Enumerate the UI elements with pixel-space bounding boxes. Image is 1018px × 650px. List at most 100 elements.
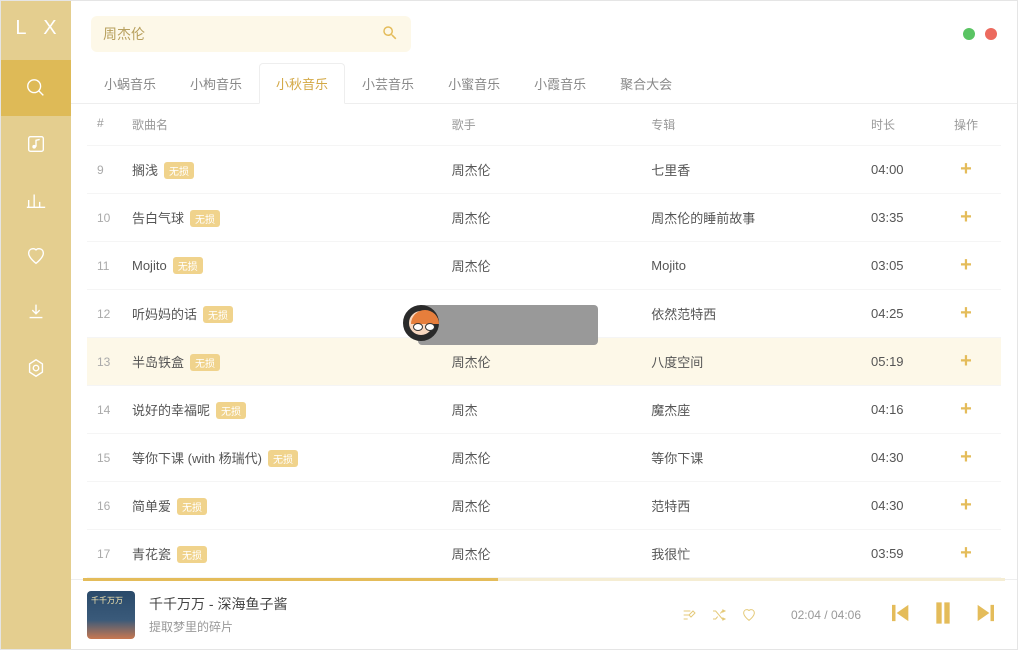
row-num: 16 xyxy=(97,499,132,513)
lossless-badge: 无损 xyxy=(164,162,194,179)
tab-source-0[interactable]: 小蜗音乐 xyxy=(87,63,173,104)
row-duration: 03:35 xyxy=(871,210,941,225)
row-name: 说好的幸福呢无损 xyxy=(132,400,452,419)
table-row[interactable]: 17青花瓷无损周杰伦我很忙03:59+ xyxy=(87,530,1001,578)
row-duration: 04:30 xyxy=(871,498,941,513)
add-button[interactable]: + xyxy=(941,398,991,421)
row-album: 范特西 xyxy=(651,496,871,515)
row-name: 告白气球无损 xyxy=(132,208,452,227)
search-input[interactable] xyxy=(103,26,381,42)
lossless-badge: 无损 xyxy=(190,354,220,371)
nav-favorites[interactable] xyxy=(1,228,71,284)
row-album: 七里香 xyxy=(651,160,871,179)
row-name: 简单爱无损 xyxy=(132,496,452,515)
row-artist: 周杰伦 xyxy=(452,352,652,371)
lossless-badge: 无损 xyxy=(268,450,298,467)
lossless-badge: 无损 xyxy=(203,306,233,323)
add-button[interactable]: + xyxy=(941,302,991,325)
table-row[interactable]: 16简单爱无损周杰伦范特西04:30+ xyxy=(87,482,1001,530)
lyrics-icon[interactable] xyxy=(681,607,697,623)
header-album: 专辑 xyxy=(651,116,871,133)
add-button[interactable]: + xyxy=(941,494,991,517)
row-album: 等你下课 xyxy=(651,448,871,467)
tab-source-5[interactable]: 小霞音乐 xyxy=(517,63,603,104)
nav-search[interactable] xyxy=(1,60,71,116)
row-artist: 周杰伦 xyxy=(452,208,652,227)
album-art[interactable]: 千千万万 xyxy=(87,591,135,639)
table-row[interactable]: 9搁浅无损周杰伦七里香04:00+ xyxy=(87,146,1001,194)
row-name: 等你下课 (with 杨瑞代)无损 xyxy=(132,448,452,467)
row-duration: 04:25 xyxy=(871,306,941,321)
row-num: 11 xyxy=(97,259,132,273)
table-row[interactable]: 10告白气球无损周杰伦周杰伦的睡前故事03:35+ xyxy=(87,194,1001,242)
shuffle-icon[interactable] xyxy=(711,607,727,623)
lossless-badge: 无损 xyxy=(216,402,246,419)
add-button[interactable]: + xyxy=(941,254,991,277)
tab-source-4[interactable]: 小蜜音乐 xyxy=(431,63,517,104)
header-artist: 歌手 xyxy=(452,116,652,133)
table-header: # 歌曲名 歌手 专辑 时长 操作 xyxy=(87,104,1001,146)
row-num: 9 xyxy=(97,163,132,177)
row-artist: 周杰 xyxy=(452,400,652,419)
row-duration: 04:30 xyxy=(871,450,941,465)
row-artist: 周杰伦 xyxy=(452,544,652,563)
lossless-badge: 无损 xyxy=(177,546,207,563)
table-row[interactable]: 11Mojito无损周杰伦Mojito03:05+ xyxy=(87,242,1001,290)
source-tabs: 小蜗音乐小枸音乐小秋音乐小芸音乐小蜜音乐小霞音乐聚合大会 xyxy=(71,62,1017,104)
row-num: 14 xyxy=(97,403,132,417)
track-info: 千千万万 - 深海鱼子酱 提取梦里的碎片 xyxy=(149,594,287,635)
row-duration: 04:16 xyxy=(871,402,941,417)
table-row[interactable]: 15等你下课 (with 杨瑞代)无损周杰伦等你下课04:30+ xyxy=(87,434,1001,482)
add-button[interactable]: + xyxy=(941,206,991,229)
floating-overlay xyxy=(418,305,598,345)
row-duration: 05:19 xyxy=(871,354,941,369)
row-duration: 03:59 xyxy=(871,546,941,561)
prev-button[interactable] xyxy=(885,599,913,630)
play-controls xyxy=(885,597,1001,632)
window-controls xyxy=(963,28,997,40)
add-button[interactable]: + xyxy=(941,542,991,565)
track-title: 千千万万 - 深海鱼子酱 xyxy=(149,594,287,614)
row-album: 周杰伦的睡前故事 xyxy=(651,208,871,227)
tab-source-6[interactable]: 聚合大会 xyxy=(603,63,689,104)
nav-downloads[interactable] xyxy=(1,284,71,340)
row-num: 13 xyxy=(97,355,132,369)
nav-music-library[interactable] xyxy=(1,116,71,172)
search-button[interactable] xyxy=(381,24,399,45)
header-action: 操作 xyxy=(941,116,991,133)
lossless-badge: 无损 xyxy=(173,257,203,274)
nav-settings[interactable] xyxy=(1,340,71,396)
add-button[interactable]: + xyxy=(941,158,991,181)
time-display: 02:04 / 04:06 xyxy=(791,608,861,622)
minimize-button[interactable] xyxy=(963,28,975,40)
row-duration: 04:00 xyxy=(871,162,941,177)
topbar xyxy=(71,1,1017,62)
row-name: 半岛铁盒无损 xyxy=(132,352,452,371)
row-num: 15 xyxy=(97,451,132,465)
table-row[interactable]: 14说好的幸福呢无损周杰魔杰座04:16+ xyxy=(87,386,1001,434)
header-num: # xyxy=(97,116,132,133)
nav-charts[interactable] xyxy=(1,172,71,228)
app-logo: L X xyxy=(9,17,62,40)
tab-source-1[interactable]: 小枸音乐 xyxy=(173,63,259,104)
tab-source-2[interactable]: 小秋音乐 xyxy=(259,63,345,104)
sidebar: L X xyxy=(1,1,71,649)
table-row[interactable]: 13半岛铁盒无损周杰伦八度空间05:19+ xyxy=(87,338,1001,386)
close-button[interactable] xyxy=(985,28,997,40)
lossless-badge: 无损 xyxy=(190,210,220,227)
track-subtitle: 提取梦里的碎片 xyxy=(149,618,287,635)
avatar-icon xyxy=(403,305,443,345)
main-content: 小蜗音乐小枸音乐小秋音乐小芸音乐小蜜音乐小霞音乐聚合大会 # 歌曲名 歌手 专辑… xyxy=(71,1,1017,649)
header-name: 歌曲名 xyxy=(132,116,452,133)
mini-controls xyxy=(681,607,757,623)
add-button[interactable]: + xyxy=(941,446,991,469)
add-button[interactable]: + xyxy=(941,350,991,373)
row-artist: 周杰伦 xyxy=(452,256,652,275)
next-button[interactable] xyxy=(973,599,1001,630)
row-duration: 03:05 xyxy=(871,258,941,273)
pause-button[interactable] xyxy=(927,597,959,632)
row-name: 搁浅无损 xyxy=(132,160,452,179)
progress-bar[interactable] xyxy=(83,578,1005,581)
favorite-icon[interactable] xyxy=(741,607,757,623)
tab-source-3[interactable]: 小芸音乐 xyxy=(345,63,431,104)
